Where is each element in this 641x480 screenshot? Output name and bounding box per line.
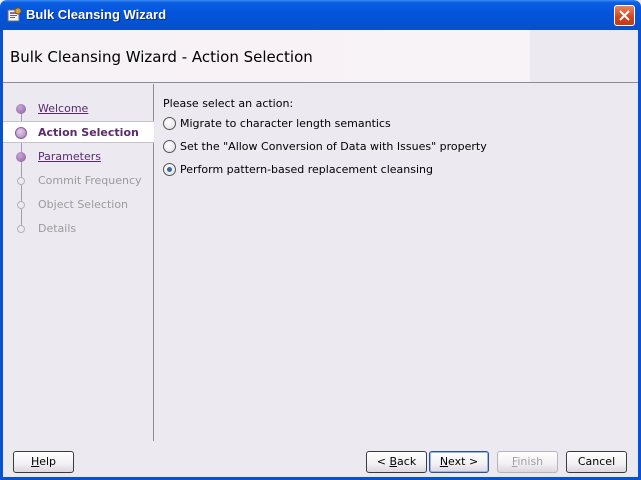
cancel-label: Cancel — [577, 455, 616, 468]
step-object-selection: Object Selection — [3, 194, 154, 216]
step-label[interactable]: Parameters — [38, 150, 101, 163]
finish-button: Finish — [497, 451, 558, 473]
option-label[interactable]: Migrate to character length semantics — [180, 117, 391, 130]
wizard-app-icon — [7, 7, 22, 22]
step-label[interactable]: Welcome — [38, 102, 88, 115]
step-bullet-icon — [16, 104, 26, 114]
step-parameters[interactable]: Parameters — [3, 146, 154, 168]
step-label: Action Selection — [38, 126, 139, 139]
back-prefix: < — [376, 455, 390, 468]
wizard-header: Bulk Cleansing Wizard - Action Selection — [3, 30, 638, 83]
action-prompt: Please select an action: — [163, 97, 294, 110]
back-button[interactable]: < Back — [366, 451, 427, 473]
radio-button[interactable] — [163, 140, 176, 153]
step-action-selection[interactable]: Action Selection — [3, 121, 154, 143]
step-details: Details — [3, 218, 154, 240]
step-bullet-icon — [16, 152, 26, 162]
step-label: Details — [38, 222, 77, 235]
help-button[interactable]: Help — [13, 451, 74, 473]
next-mnemonic: N — [439, 455, 449, 468]
radio-button-selected[interactable] — [163, 163, 176, 176]
back-mnemonic: B — [389, 455, 398, 468]
back-label: ack — [397, 455, 417, 468]
radio-button[interactable] — [163, 117, 176, 130]
step-current-bullet-icon — [15, 127, 27, 139]
step-label: Commit Frequency — [38, 174, 142, 187]
step-bullet-icon — [17, 177, 25, 185]
finish-label: inish — [517, 455, 544, 468]
close-icon — [619, 10, 630, 21]
close-button[interactable] — [614, 5, 635, 26]
action-selection-panel: Please select an action: Migrate to char… — [155, 84, 638, 441]
step-bullet-icon — [17, 201, 25, 209]
option-label[interactable]: Set the "Allow Conversion of Data with I… — [180, 140, 487, 153]
page-title: Bulk Cleansing Wizard - Action Selection — [10, 48, 313, 66]
cancel-button[interactable]: Cancel — [566, 451, 627, 473]
step-commit-frequency: Commit Frequency — [3, 170, 154, 192]
help-label: elp — [39, 455, 57, 468]
option-label[interactable]: Perform pattern-based replacement cleans… — [180, 163, 433, 176]
next-button[interactable]: Next > — [429, 451, 489, 473]
title-bar[interactable]: Bulk Cleansing Wizard — [0, 0, 641, 30]
next-label: ext > — [448, 455, 479, 468]
step-bullet-icon — [17, 225, 25, 233]
step-welcome[interactable]: Welcome — [3, 98, 154, 120]
step-label: Object Selection — [38, 198, 129, 211]
help-mnemonic: H — [30, 455, 40, 468]
wizard-step-nav: Welcome Action Selection Parameters Comm… — [3, 84, 154, 441]
window-title: Bulk Cleansing Wizard — [26, 7, 167, 22]
